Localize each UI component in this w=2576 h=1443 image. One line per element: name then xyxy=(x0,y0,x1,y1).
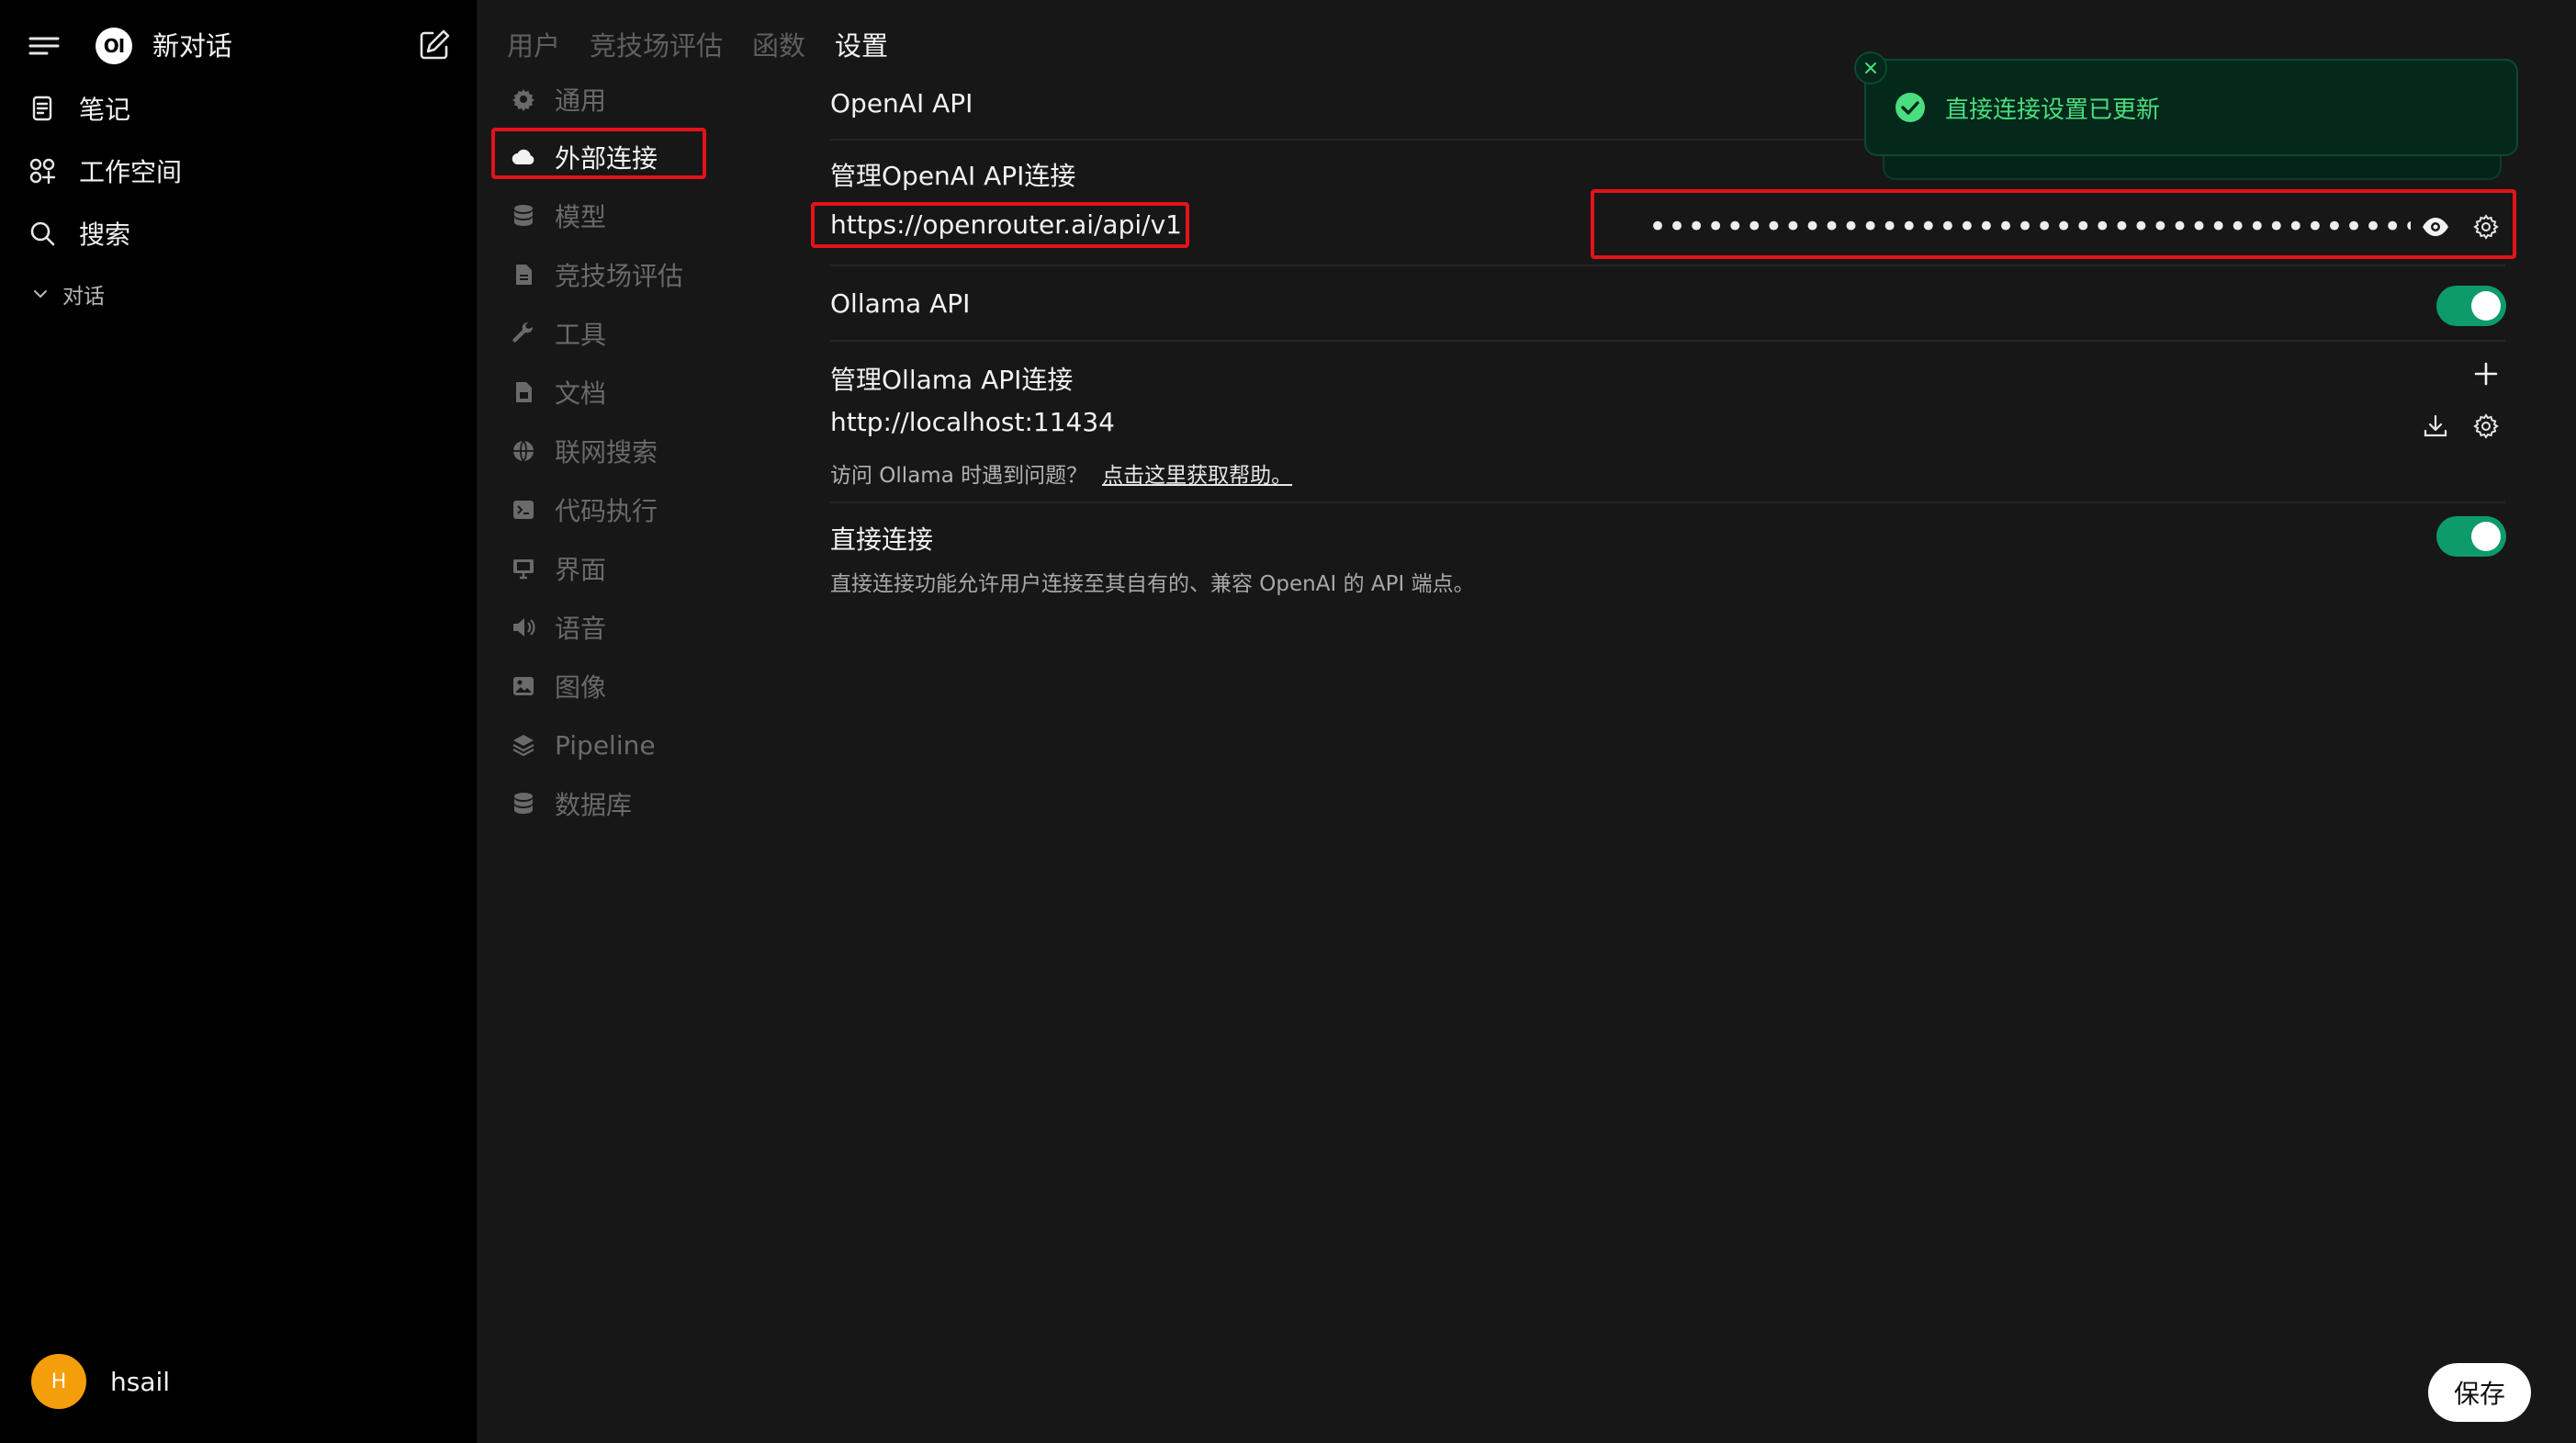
chats-group-label: 对话 xyxy=(62,285,105,309)
settings-nav-tools[interactable]: 工具 xyxy=(507,311,700,355)
openai-manage-title: 管理OpenAI API连接 xyxy=(830,161,1076,191)
openai-url-field[interactable]: https://openrouter.ai/api/v1 xyxy=(830,209,1182,240)
tab-users[interactable]: 用户 xyxy=(507,25,560,63)
settings-nav-label: 文档 xyxy=(555,378,607,409)
gear-icon xyxy=(511,86,536,112)
save-button[interactable]: 保存 xyxy=(2428,1363,2531,1422)
settings-nav-interface[interactable]: 界面 xyxy=(507,547,700,591)
direct-connection-desc: 直接连接功能允许用户连接至其自有的、兼容 OpenAI 的 API 端点。 xyxy=(830,572,1475,596)
sidebar-item-label: 笔记 xyxy=(79,95,131,125)
new-chat-label[interactable]: 新对话 xyxy=(152,28,232,64)
settings-nav-images[interactable]: 图像 xyxy=(507,664,700,708)
settings-nav-audio[interactable]: 语音 xyxy=(507,605,700,649)
settings-nav-label: 图像 xyxy=(555,672,607,703)
wrench-icon xyxy=(511,321,536,346)
settings-nav-documents[interactable]: 文档 xyxy=(507,370,700,414)
app-logo[interactable]: OI xyxy=(96,28,132,64)
direct-connection-title: 直接连接 xyxy=(830,524,934,555)
settings-nav-label: 工具 xyxy=(555,320,607,350)
settings-nav-pipelines[interactable]: Pipeline xyxy=(507,723,700,767)
check-circle-icon xyxy=(1894,91,1927,124)
settings-nav-label: 联网搜索 xyxy=(555,437,658,468)
sidebar-item-label: 搜索 xyxy=(79,220,131,250)
openai-api-title: OpenAI API xyxy=(830,88,973,118)
eye-icon[interactable] xyxy=(2420,211,2451,242)
settings-nav-label: 语音 xyxy=(555,614,607,644)
file-icon xyxy=(511,379,536,405)
settings-nav-label: Pipeline xyxy=(555,729,656,761)
ollama-help-text: 访问 Ollama 时遇到问题？ xyxy=(830,464,1088,488)
monitor-icon xyxy=(511,556,536,581)
ollama-manage-title: 管理Ollama API连接 xyxy=(830,365,1074,395)
sidebar-item-label: 工作空间 xyxy=(79,157,183,187)
document-icon xyxy=(511,262,536,287)
database-icon xyxy=(511,791,536,817)
tab-arena[interactable]: 竞技场评估 xyxy=(590,25,723,63)
image-icon xyxy=(511,673,536,699)
database-icon xyxy=(511,203,536,229)
user-menu[interactable]: H hsail xyxy=(31,1352,170,1411)
api-key-masked: ••••••••••••••••••••••••••••••••••••••••… xyxy=(1648,211,2411,242)
close-icon[interactable] xyxy=(1854,51,1887,85)
toast-message: 直接连接设置已更新 xyxy=(1945,96,2161,124)
divider xyxy=(830,340,2505,342)
compose-icon[interactable] xyxy=(415,26,454,64)
sidebar-item-search[interactable]: 搜索 xyxy=(13,204,454,263)
sidebar-header: OI 新对话 xyxy=(0,0,478,92)
search-icon xyxy=(28,219,57,248)
menu-icon[interactable] xyxy=(26,28,62,64)
ollama-help: 访问 Ollama 时遇到问题？ 点击这里获取帮助。 xyxy=(830,457,1292,489)
settings-nav-connections[interactable]: 外部连接 xyxy=(507,135,700,179)
plus-icon[interactable] xyxy=(2470,358,2502,389)
workspace-icon xyxy=(28,156,57,186)
download-icon[interactable] xyxy=(2420,411,2451,442)
chevron-down-icon xyxy=(31,285,50,303)
user-name: hsail xyxy=(110,1366,171,1397)
settings-nav-models[interactable]: 模型 xyxy=(507,194,700,238)
sidebar: OI 新对话 笔记 工作空间 搜索 对话 H hsail xyxy=(0,0,478,1443)
ollama-help-link[interactable]: 点击这里获取帮助。 xyxy=(1102,464,1292,488)
direct-connection-toggle[interactable] xyxy=(2436,516,2506,557)
settings-nav-label: 界面 xyxy=(555,555,607,585)
divider xyxy=(830,265,2505,266)
tab-settings[interactable]: 设置 xyxy=(835,25,888,63)
settings-nav-label: 数据库 xyxy=(555,790,633,820)
settings-nav-arena[interactable]: 竞技场评估 xyxy=(507,253,700,297)
settings-nav-label: 模型 xyxy=(555,202,607,232)
sidebar-item-notes[interactable]: 笔记 xyxy=(13,79,454,138)
openai-key-field[interactable]: ••••••••••••••••••••••••••••••••••••••••… xyxy=(1648,211,2411,242)
notes-icon xyxy=(28,94,57,123)
settings-nav-websearch[interactable]: 联网搜索 xyxy=(507,429,700,473)
settings-nav-label: 通用 xyxy=(555,85,607,116)
settings-nav-label: 竞技场评估 xyxy=(555,261,684,291)
ollama-api-toggle[interactable] xyxy=(2436,286,2506,326)
layers-icon xyxy=(511,732,536,758)
terminal-icon xyxy=(511,497,536,523)
globe-icon xyxy=(511,438,536,464)
speaker-icon xyxy=(511,614,536,640)
settings-nav-database[interactable]: 数据库 xyxy=(507,782,700,826)
sidebar-item-workspace[interactable]: 工作空间 xyxy=(13,141,454,200)
avatar: H xyxy=(31,1354,86,1409)
gear-icon[interactable] xyxy=(2470,211,2502,242)
settings-nav-general[interactable]: 通用 xyxy=(507,77,700,121)
settings-nav-code-exec[interactable]: 代码执行 xyxy=(507,488,700,532)
chats-group-toggle[interactable]: 对话 xyxy=(31,277,105,310)
divider xyxy=(830,502,2505,503)
ollama-api-title: Ollama API xyxy=(830,288,971,319)
settings-nav-label: 代码执行 xyxy=(555,496,658,526)
settings-nav-label: 外部连接 xyxy=(555,143,658,174)
toggle-knob xyxy=(2471,291,2501,321)
toggle-knob xyxy=(2471,522,2501,551)
gear-icon[interactable] xyxy=(2470,411,2502,442)
cloud-icon xyxy=(511,144,536,170)
ollama-url-field[interactable]: http://localhost:11434 xyxy=(830,407,1115,437)
tab-functions[interactable]: 函数 xyxy=(752,25,805,63)
admin-tabs: 用户 竞技场评估 函数 设置 xyxy=(507,26,917,62)
success-toast: 直接连接设置已更新 xyxy=(1864,59,2518,156)
